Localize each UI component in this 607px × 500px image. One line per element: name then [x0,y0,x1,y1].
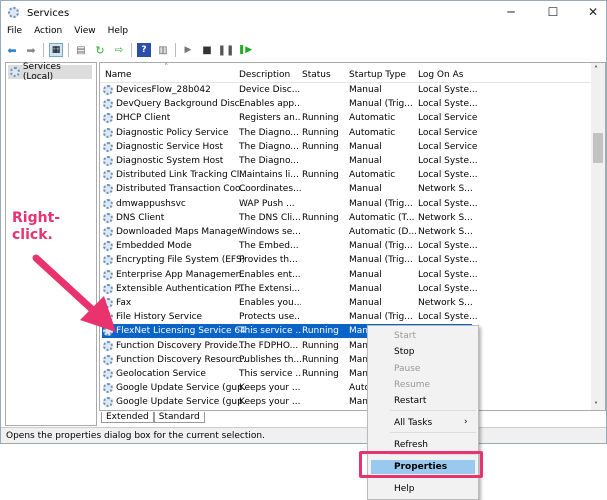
annotation-arrow-icon [32,254,116,332]
